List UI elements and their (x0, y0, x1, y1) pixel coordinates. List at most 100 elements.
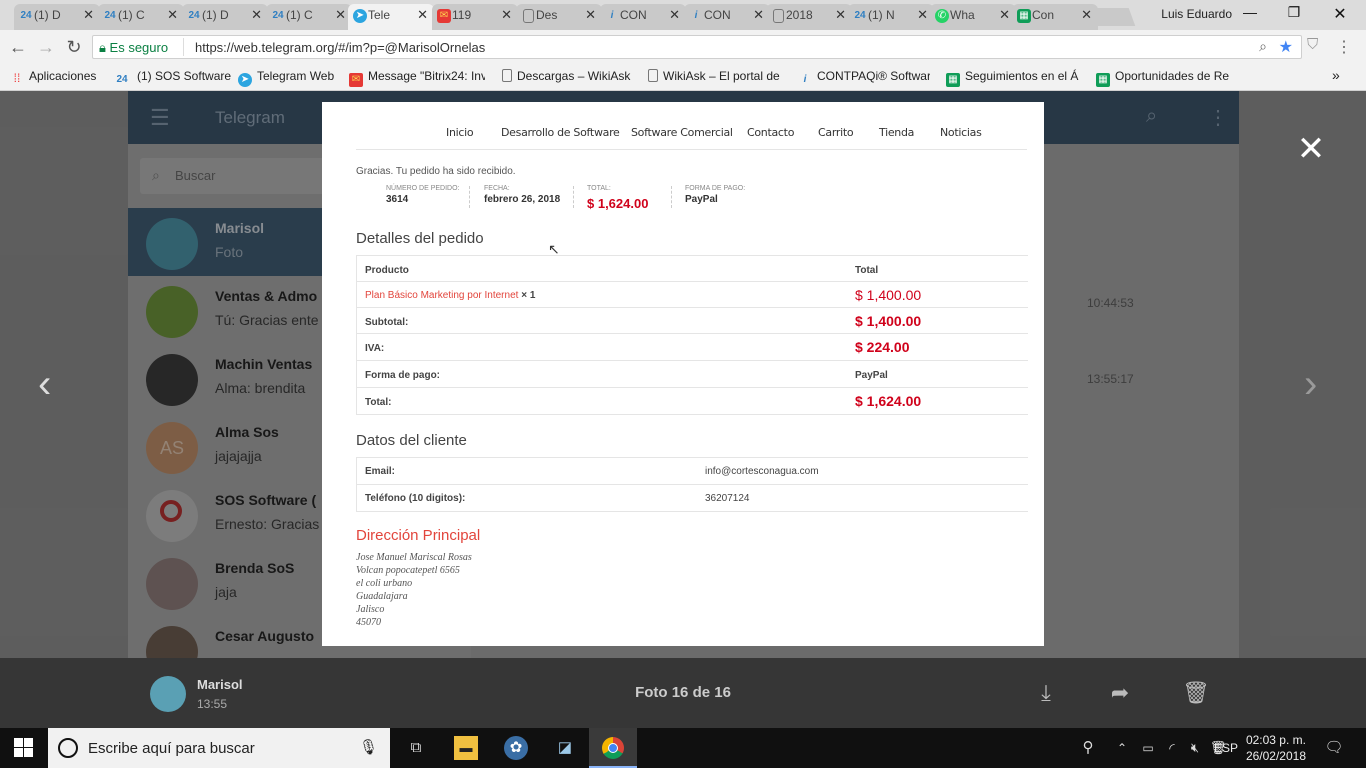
windows-start-icon[interactable] (14, 738, 34, 758)
chrome-icon (602, 737, 624, 759)
browser-tab[interactable]: 24 (1) D ✕ (182, 4, 268, 30)
author-avatar[interactable] (150, 676, 186, 712)
close-tab-icon[interactable]: ✕ (501, 7, 512, 23)
close-tab-icon[interactable]: ✕ (167, 7, 178, 23)
total-value: $ 1,624.00 (855, 393, 922, 409)
browser-tab[interactable]: 24 (1) N ✕ (848, 4, 934, 30)
mouse-cursor-icon: ↖ (548, 241, 560, 257)
extension-shield-icon[interactable]: ⛉ (1307, 36, 1318, 53)
subtotal-value: $ 1,400.00 (855, 313, 922, 329)
browser-tab[interactable]: 24 (1) C ✕ (266, 4, 352, 30)
bookmark-item[interactable]: ➤ Telegram Web (238, 69, 334, 87)
browser-tab[interactable]: 24 (1) D ✕ (14, 4, 100, 30)
document-icon (773, 9, 784, 23)
close-tab-icon[interactable]: ✕ (585, 7, 596, 23)
download-icon[interactable]: ⤓ (1031, 680, 1061, 708)
site-nav-item: Tienda (879, 126, 915, 139)
address-line: Volcan popocatepetl 6565 (356, 565, 460, 576)
browser-tab[interactable]: ✆ Wha ✕ (930, 4, 1016, 30)
wifi-icon[interactable]: ◜ (1160, 736, 1184, 760)
browser-tab[interactable]: 24 (1) C ✕ (98, 4, 184, 30)
delete-icon[interactable]: 🗑︎ (1181, 680, 1211, 708)
bookmark-item[interactable]: ✉ Message "Bitrix24: Inv (349, 69, 485, 87)
site-nav-item: Contacto (747, 126, 795, 139)
close-tab-icon[interactable]: ✕ (753, 7, 764, 23)
new-tab-button[interactable] (1090, 8, 1136, 26)
browser-tab[interactable]: Des ✕ (516, 4, 602, 30)
divider (671, 186, 673, 208)
document-icon (502, 69, 512, 82)
close-tab-icon[interactable]: ✕ (917, 7, 928, 23)
bookmark-item[interactable]: i CONTPAQi® Softwar (798, 69, 930, 87)
forward-icon[interactable]: → (34, 37, 58, 58)
bookmark-item[interactable]: ▦ Oportunidades de Re (1096, 69, 1230, 87)
mail-icon: ✉ (349, 73, 363, 87)
chrome-taskbar-button[interactable] (589, 728, 637, 768)
bookmark-item[interactable]: ▦ Seguimientos en el Á (946, 69, 1082, 87)
close-tab-icon[interactable]: ✕ (835, 7, 846, 23)
table-row: Subtotal: $ 1,400.00 (356, 307, 1028, 334)
address-line: 45070 (356, 617, 381, 628)
more-bookmarks-icon[interactable]: » (1332, 67, 1340, 83)
payment-value: PayPal (855, 370, 888, 381)
show-hidden-icons[interactable]: ⌃ (1110, 736, 1134, 760)
table-header-row: Producto Total (356, 255, 1028, 282)
address-bar[interactable]: 🔒︎ Es seguro https://web.telegram.org/#/… (92, 35, 1302, 59)
people-icon[interactable]: ⚲ (1076, 736, 1100, 760)
browser-tab[interactable]: ▦ Con ✕ (1012, 4, 1098, 30)
zoom-icon[interactable]: ⌕ (1259, 38, 1267, 55)
close-tab-icon[interactable]: ✕ (999, 7, 1010, 23)
close-window-icon[interactable]: ✕ (1318, 4, 1362, 24)
restore-icon[interactable]: ❐ (1272, 4, 1316, 24)
notifications-icon[interactable]: 🗨︎ (1322, 736, 1346, 760)
divider (356, 149, 1027, 150)
browser-tab[interactable]: i CON ✕ (684, 4, 770, 30)
close-tab-icon[interactable]: ✕ (251, 7, 262, 23)
bitrix-icon: 24 (188, 10, 200, 21)
clock[interactable]: 02:03 p. m. 26/02/2018 (1246, 732, 1306, 764)
bookmark-apps[interactable]: ⁞⁞ Aplicaciones (10, 69, 97, 85)
bookmark-item[interactable]: WikiAsk – El portal de (648, 69, 782, 83)
battery-icon[interactable]: ▭ (1136, 736, 1160, 760)
file-explorer-icon[interactable]: ▬ (454, 736, 478, 760)
payment-method: PayPal (685, 194, 718, 205)
next-photo-icon[interactable]: › (1304, 362, 1317, 407)
taskbar-search[interactable]: Escribe aquí para buscar 🎙︎ (48, 728, 390, 768)
lock-icon: 🔒︎ (99, 40, 106, 55)
volume-muted-icon[interactable]: 🔇︎ (1183, 736, 1207, 760)
profile-name[interactable]: Luis Eduardo (1161, 7, 1232, 21)
browser-tab[interactable]: i CON ✕ (600, 4, 686, 30)
address-heading: Dirección Principal (356, 527, 481, 544)
close-tab-icon[interactable]: ✕ (83, 7, 94, 23)
minimize-icon[interactable]: — (1228, 4, 1272, 24)
close-viewer-icon[interactable]: ✕ (1296, 132, 1326, 166)
bitrix-icon: 24 (272, 10, 284, 21)
author-name[interactable]: Marisol (197, 677, 243, 692)
bookmark-star-icon[interactable]: ★ (1279, 37, 1293, 57)
language-indicator[interactable]: ESP (1214, 741, 1238, 755)
bookmark-item[interactable]: Descargas – WikiAsk (502, 69, 630, 83)
url-text[interactable]: https://web.telegram.org/#/im?p=@Marisol… (195, 40, 485, 55)
reload-icon[interactable]: ↻ (62, 37, 86, 58)
forward-icon[interactable]: ➦ (1105, 680, 1135, 708)
microphone-icon[interactable]: 🎙︎ (359, 738, 378, 756)
bookmark-item[interactable]: 24 (1) SOS Software (112, 69, 231, 87)
app-icon[interactable]: ✿ (504, 736, 528, 760)
app-icon[interactable]: ◪ (553, 736, 577, 760)
back-icon[interactable]: ← (6, 37, 30, 58)
mail-icon: ✉ (437, 9, 451, 23)
menu-icon[interactable]: ⋮ (1336, 37, 1352, 57)
close-tab-icon[interactable]: ✕ (417, 7, 428, 23)
browser-tab[interactable]: ✉ 119 ✕ (432, 4, 518, 30)
close-tab-icon[interactable]: ✕ (669, 7, 680, 23)
divider (469, 186, 471, 208)
order-number-label: NÚMERO DE PEDIDO: (386, 185, 460, 192)
browser-tab[interactable]: 2018 ✕ (766, 4, 852, 30)
browser-tab-active[interactable]: ➤ Tele ✕ (348, 4, 434, 30)
close-tab-icon[interactable]: ✕ (335, 7, 346, 23)
email-value: info@cortesconagua.com (705, 466, 819, 477)
divider (183, 38, 184, 56)
previous-photo-icon[interactable]: ‹ (38, 362, 51, 407)
bookmarks-bar: ⁞⁞ Aplicaciones 24 (1) SOS Software ➤ Teleg… (0, 64, 1366, 91)
task-view-icon[interactable]: ⧉ (404, 736, 428, 760)
